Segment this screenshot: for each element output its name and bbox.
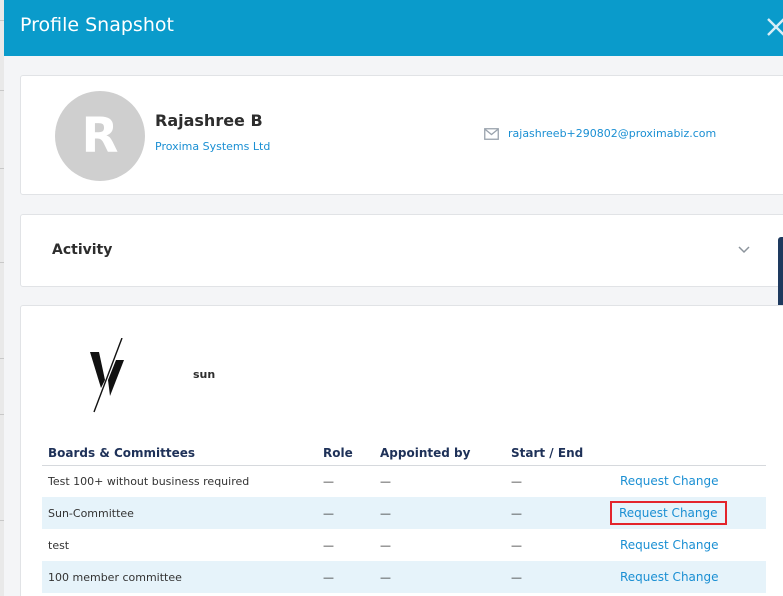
table-row: 100 member committee — — — Request Chang… <box>42 561 766 593</box>
mail-icon <box>484 127 499 140</box>
committee-name: Sun-Committee <box>42 497 323 529</box>
table-row: Sun-Committee — — — Request Change <box>42 497 766 529</box>
column-header-appointed-by: Appointed by <box>380 442 511 466</box>
close-icon[interactable] <box>766 16 783 38</box>
profile-company-link[interactable]: Proxima Systems Ltd <box>155 140 270 153</box>
action-cell: Request Change <box>620 561 766 593</box>
action-cell: Request Change <box>610 497 766 529</box>
appointed-by-cell: — <box>380 538 391 552</box>
profile-snapshot-modal: Profile Snapshot R Rajashree B Proxima S… <box>4 0 783 596</box>
request-change-link[interactable]: Request Change <box>620 474 719 488</box>
action-cell: Request Change <box>620 465 766 497</box>
activity-title: Activity <box>52 242 113 258</box>
role-cell: — <box>323 538 334 552</box>
appointed-by-cell: — <box>380 561 511 593</box>
appointed-by-cell: — <box>380 474 391 488</box>
modal-title: Profile Snapshot <box>20 14 174 36</box>
appointed-by-cell: — <box>380 497 511 529</box>
column-header-start-end: Start / End <box>511 442 620 466</box>
column-header-actions <box>620 442 766 466</box>
profile-card: R Rajashree B Proxima Systems Ltd rajash… <box>20 75 783 195</box>
boards-committees-table: Boards & Committees Role Appointed by St… <box>42 442 766 593</box>
committee-name: Test 100+ without business required <box>48 474 250 488</box>
request-change-link[interactable]: Request Change <box>620 538 719 552</box>
start-end-cell: — <box>511 538 522 552</box>
profile-email-link[interactable]: rajashreeb+290802@proximabiz.com <box>508 127 716 140</box>
avatar: R <box>55 91 145 181</box>
column-header-role: Role <box>323 442 380 466</box>
table-row: test — — — Request Change <box>42 529 766 561</box>
chevron-down-icon[interactable] <box>737 245 751 255</box>
email-block: rajashreeb+290802@proximabiz.com <box>484 127 716 140</box>
profile-name: Rajashree B <box>155 111 263 130</box>
table-header-row: Boards & Committees Role Appointed by St… <box>42 442 766 466</box>
company-logo <box>90 338 124 413</box>
role-cell: — <box>323 497 380 529</box>
activity-accordion[interactable]: Activity <box>20 214 783 287</box>
action-cell: Request Change <box>620 529 766 561</box>
committee-name: test <box>48 538 70 552</box>
table-row: Test 100+ without business required — — … <box>42 465 766 497</box>
start-end-cell: — <box>511 561 620 593</box>
column-header-boards: Boards & Committees <box>42 442 323 466</box>
request-change-link[interactable]: Request Change <box>620 570 719 584</box>
request-change-link-highlighted[interactable]: Request Change <box>610 501 727 525</box>
start-end-cell: — <box>511 474 522 488</box>
modal-header: Profile Snapshot <box>4 0 783 56</box>
board-membership-card: sun Boards & Committees Role Appointed b… <box>20 305 783 596</box>
role-cell: — <box>323 474 334 488</box>
role-cell: — <box>323 561 380 593</box>
company-name: sun <box>193 368 216 381</box>
start-end-cell: — <box>511 497 620 529</box>
committee-name: 100 member committee <box>42 561 323 593</box>
